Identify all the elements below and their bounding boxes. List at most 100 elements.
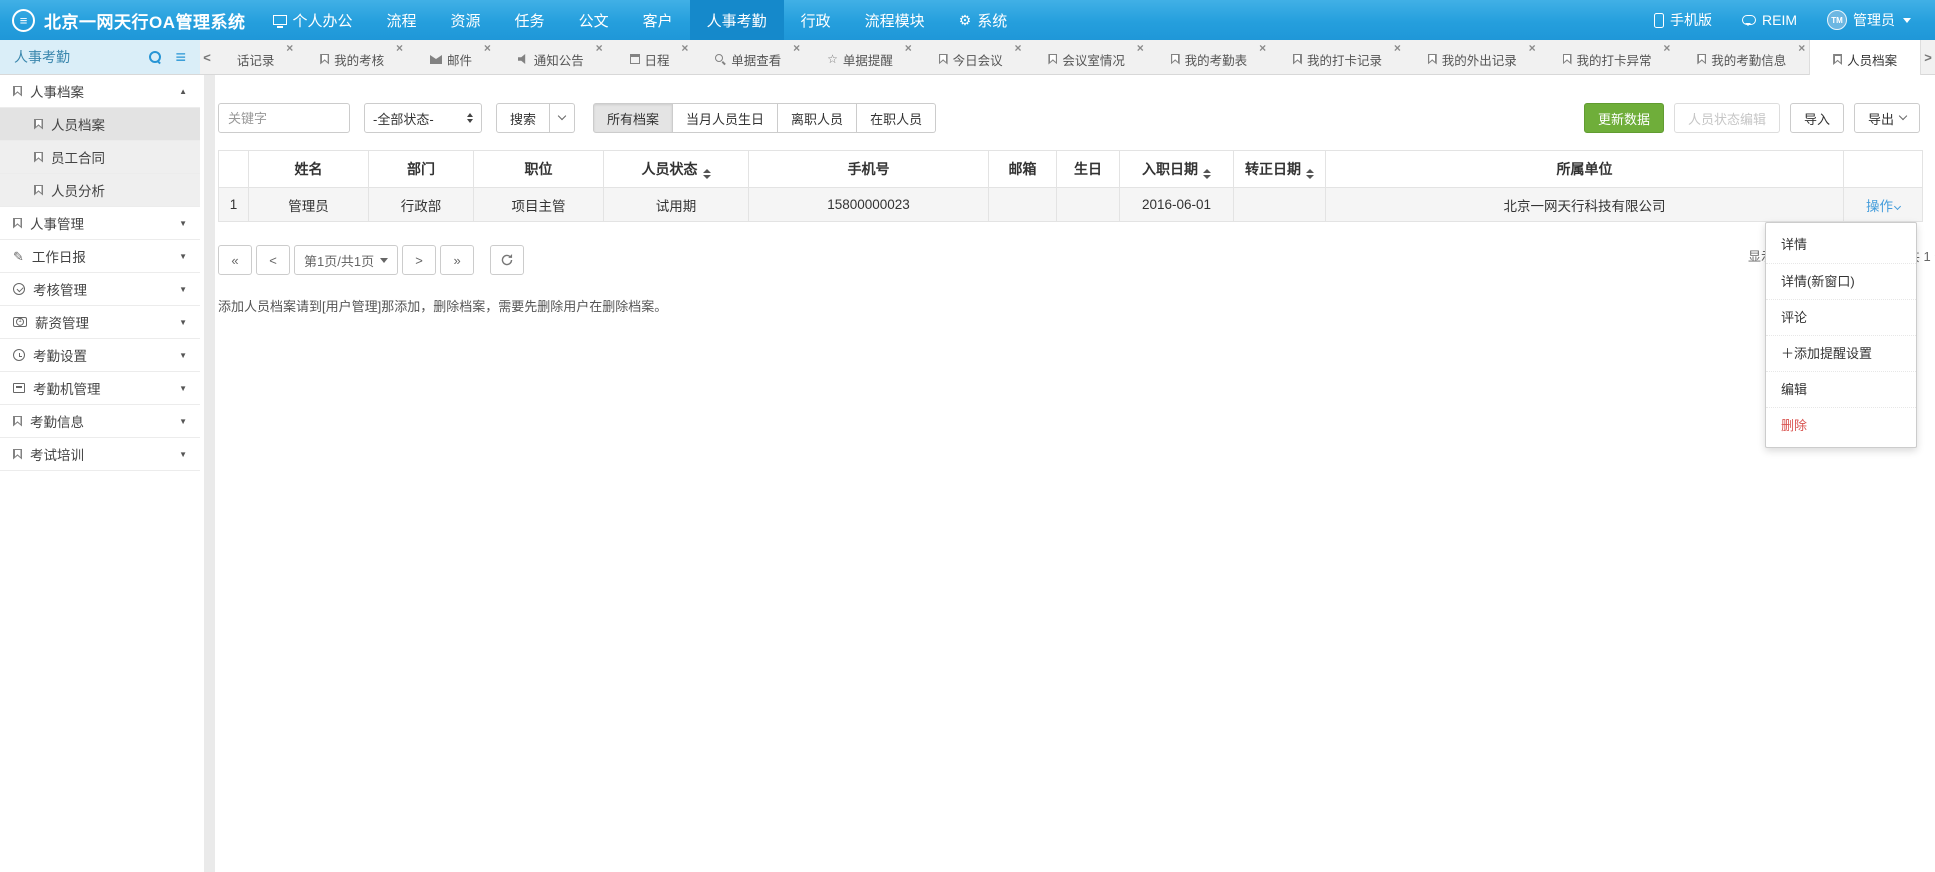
action-menu-item[interactable]: 评论 bbox=[1766, 299, 1916, 335]
cell-regular-date bbox=[1234, 188, 1326, 222]
filter-resigned-button[interactable]: 离职人员 bbox=[778, 103, 857, 133]
action-menu-item[interactable]: ＋添加提醒设置 bbox=[1766, 335, 1916, 371]
tab-label: 单据查看 bbox=[731, 50, 781, 69]
sidebar-item[interactable]: 考勤机管理 ▼ bbox=[0, 372, 200, 405]
menu-item-label: 个人办公 bbox=[293, 10, 353, 31]
tab-close-icon[interactable]: × bbox=[1015, 41, 1022, 55]
export-button[interactable]: 导出 bbox=[1854, 103, 1920, 133]
tab-close-icon[interactable]: × bbox=[681, 41, 688, 55]
tab[interactable]: 邮件 × bbox=[407, 40, 495, 74]
tab-label: 我的考勤信息 bbox=[1711, 50, 1786, 69]
sidebar-item[interactable]: 人员档案 bbox=[0, 108, 200, 141]
search-icon[interactable] bbox=[149, 51, 162, 64]
status-select[interactable]: -全部状态- bbox=[364, 103, 482, 133]
tab-close-icon[interactable]: × bbox=[793, 41, 800, 55]
tab-close-icon[interactable]: × bbox=[1137, 41, 1144, 55]
main-menu-item[interactable]: 公文 bbox=[562, 0, 626, 40]
sort-icon bbox=[1306, 169, 1314, 179]
tab[interactable]: 我的外出记录 × bbox=[1405, 40, 1540, 74]
sidebar-item[interactable]: 员工合同 bbox=[0, 141, 200, 174]
import-button[interactable]: 导入 bbox=[1790, 103, 1844, 133]
main-menu-item[interactable]: 行政 bbox=[784, 0, 848, 40]
tab[interactable]: 话记录 × bbox=[214, 40, 297, 74]
search-button[interactable]: 搜索 bbox=[496, 103, 550, 133]
top-navbar: ≡ 北京一网天行OA管理系统 个人办公 流程 资源 任务 bbox=[0, 0, 1935, 40]
sidebar-item[interactable]: 考试培训 ▼ bbox=[0, 438, 200, 471]
mobile-version-link[interactable]: 手机版 bbox=[1654, 10, 1712, 30]
sidebar-item[interactable]: 考勤设置 ▼ bbox=[0, 339, 200, 372]
tab-close-icon[interactable]: × bbox=[1394, 41, 1401, 55]
chevron-down-icon bbox=[380, 258, 388, 263]
sidebar-item[interactable]: 工作日报 ▼ bbox=[0, 240, 200, 273]
hamburger-icon[interactable]: ≡ bbox=[175, 48, 186, 66]
main-menu: 个人办公 流程 资源 任务 公文 客户 bbox=[256, 0, 1025, 40]
col-regular-date[interactable]: 转正日期 bbox=[1234, 151, 1326, 188]
tab[interactable]: 会议室情况 × bbox=[1026, 40, 1148, 74]
sidebar-item[interactable]: 人事档案 ▲ bbox=[0, 75, 200, 108]
tab[interactable]: 日程 × bbox=[607, 40, 693, 74]
page-last-button[interactable]: » bbox=[440, 245, 474, 275]
tab-close-icon[interactable]: × bbox=[905, 41, 912, 55]
logo-icon[interactable]: ≡ bbox=[12, 9, 35, 32]
tab-close-icon[interactable]: × bbox=[596, 41, 603, 55]
tab[interactable]: 通知公告 × bbox=[495, 40, 607, 74]
action-menu-item[interactable]: 详情(新窗口) bbox=[1766, 263, 1916, 299]
tab-close-icon[interactable]: × bbox=[286, 41, 293, 55]
col-hire-date[interactable]: 入职日期 bbox=[1120, 151, 1234, 188]
tab[interactable]: 人员档案 bbox=[1809, 40, 1921, 75]
row-action-link[interactable]: 操作 bbox=[1866, 199, 1900, 214]
sidebar-item-icon bbox=[34, 185, 43, 196]
reim-link[interactable]: REIM bbox=[1742, 12, 1797, 28]
tabs-scroll-right-icon[interactable]: > bbox=[1921, 40, 1935, 74]
main-menu-item[interactable]: 客户 bbox=[626, 0, 690, 40]
filter-all-archives-button[interactable]: 所有档案 bbox=[593, 103, 673, 133]
action-menu-item[interactable]: 详情 bbox=[1766, 227, 1916, 263]
tab-close-icon[interactable]: × bbox=[1259, 41, 1266, 55]
main-menu-item[interactable]: 资源 bbox=[434, 0, 498, 40]
tab[interactable]: 单据提醒 × bbox=[804, 40, 916, 74]
col-dept: 部门 bbox=[369, 151, 474, 188]
page-first-button[interactable]: « bbox=[218, 245, 252, 275]
tab-close-icon[interactable]: × bbox=[484, 41, 491, 55]
main-menu-item[interactable]: 人事考勤 bbox=[690, 0, 784, 40]
page-next-button[interactable]: > bbox=[402, 245, 436, 275]
action-menu-item[interactable]: 编辑 bbox=[1766, 371, 1916, 407]
sidebar-item[interactable]: 考核管理 ▼ bbox=[0, 273, 200, 306]
tab[interactable]: 我的考勤表 × bbox=[1148, 40, 1270, 74]
page-prev-button[interactable]: < bbox=[256, 245, 290, 275]
action-menu-item[interactable]: 删除 bbox=[1766, 407, 1916, 443]
tab[interactable]: 我的打卡异常 × bbox=[1540, 40, 1675, 74]
main-menu-item[interactable]: 流程 bbox=[370, 0, 434, 40]
page-indicator-button[interactable]: 第1页/共1页 bbox=[294, 245, 398, 275]
main-menu-item[interactable]: 系统 bbox=[942, 0, 1025, 40]
tabs-scroll-left-icon[interactable]: < bbox=[200, 40, 214, 74]
refresh-button[interactable] bbox=[490, 245, 524, 275]
col-status[interactable]: 人员状态 bbox=[604, 151, 749, 188]
splitter-handle[interactable] bbox=[200, 75, 215, 872]
sidebar-item-caret-icon: ▼ bbox=[179, 318, 187, 327]
filter-active-staff-button[interactable]: 在职人员 bbox=[857, 103, 936, 133]
status-edit-button[interactable]: 人员状态编辑 bbox=[1674, 103, 1780, 133]
sidebar-item[interactable]: 人员分析 bbox=[0, 174, 200, 207]
main-menu-item[interactable]: 流程模块 bbox=[848, 0, 942, 40]
tab[interactable]: 我的考勤信息 × bbox=[1674, 40, 1809, 74]
tab-close-icon[interactable]: × bbox=[396, 41, 403, 55]
tab[interactable]: 今日会议 × bbox=[916, 40, 1026, 74]
main-menu-item[interactable]: 任务 bbox=[498, 0, 562, 40]
main-menu-item[interactable]: 个人办公 bbox=[256, 0, 370, 40]
tab-close-icon[interactable]: × bbox=[1798, 41, 1805, 55]
tab[interactable]: 我的考核 × bbox=[297, 40, 407, 74]
filter-month-birthday-button[interactable]: 当月人员生日 bbox=[673, 103, 778, 133]
tab-close-icon[interactable]: × bbox=[1663, 41, 1670, 55]
chat-icon bbox=[1742, 15, 1756, 25]
update-data-button[interactable]: 更新数据 bbox=[1584, 103, 1664, 133]
sidebar-item[interactable]: 薪资管理 ▼ bbox=[0, 306, 200, 339]
search-dropdown-button[interactable] bbox=[550, 103, 575, 133]
user-menu[interactable]: TM 管理员 bbox=[1827, 10, 1911, 30]
keyword-input[interactable] bbox=[218, 103, 350, 133]
tab-close-icon[interactable]: × bbox=[1529, 41, 1536, 55]
sidebar-item[interactable]: 考勤信息 ▼ bbox=[0, 405, 200, 438]
sidebar-item[interactable]: 人事管理 ▼ bbox=[0, 207, 200, 240]
tab[interactable]: 单据查看 × bbox=[692, 40, 804, 74]
tab[interactable]: 我的打卡记录 × bbox=[1270, 40, 1405, 74]
